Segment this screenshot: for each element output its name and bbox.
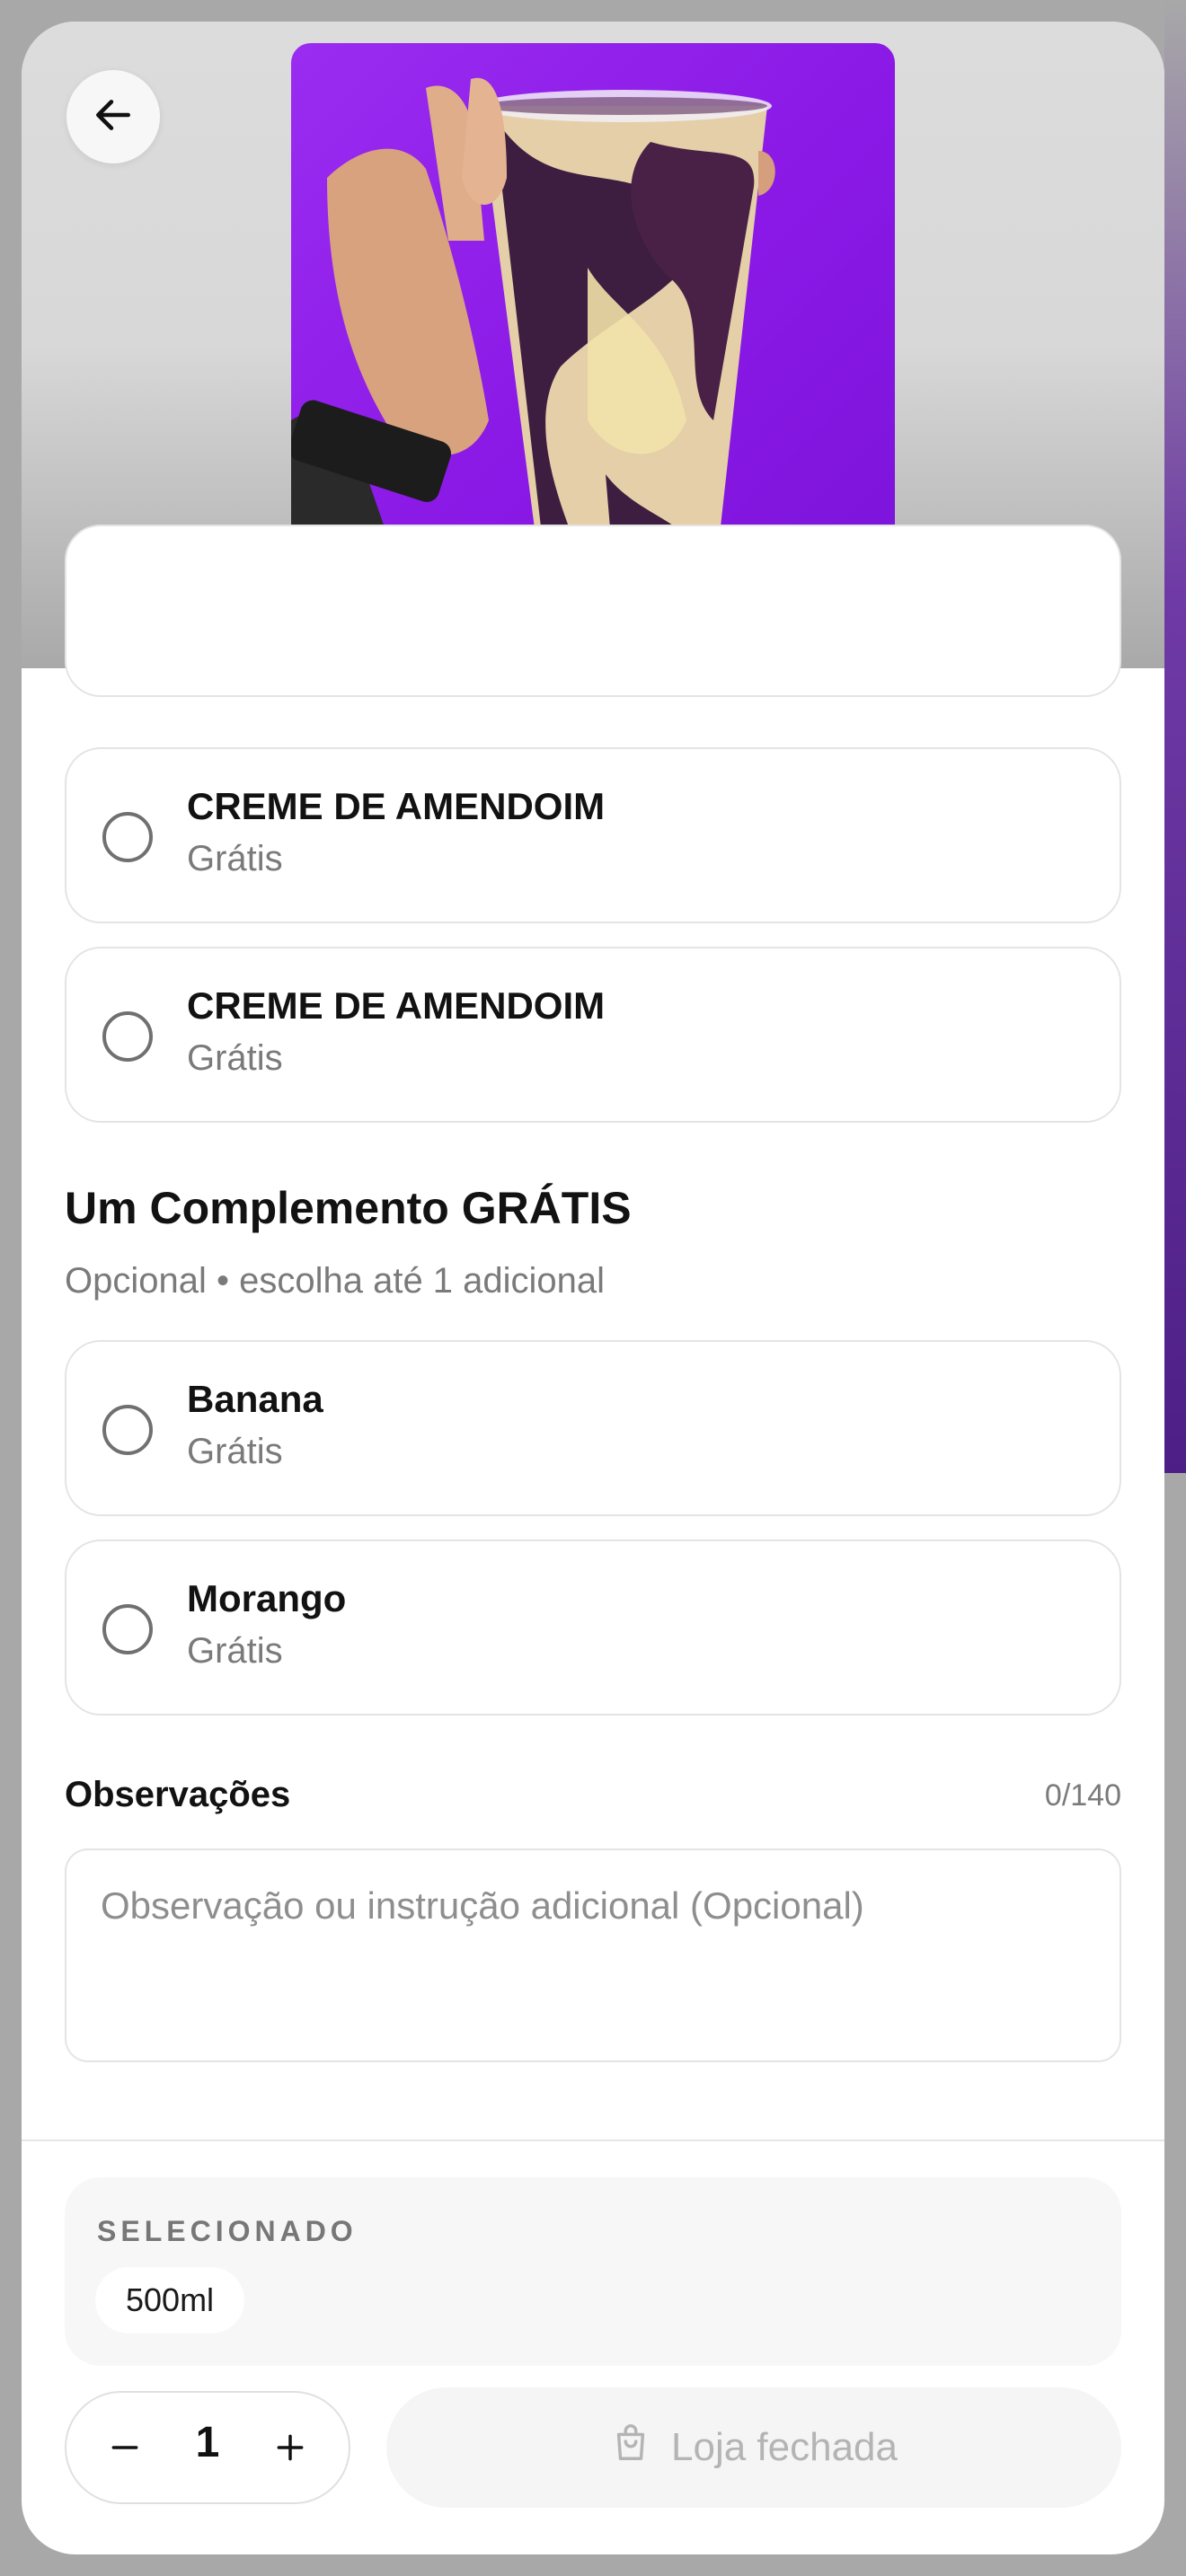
option-name: CREME DE AMENDOIM (187, 984, 606, 1027)
option-card-partial (65, 525, 1121, 697)
plus-icon (273, 2430, 307, 2468)
option-card[interactable]: CREME DE AMENDOIM Grátis (65, 947, 1121, 1123)
radio-button[interactable] (102, 1405, 153, 1455)
option-price: Grátis (187, 1038, 283, 1078)
shopping-bag-icon (610, 2422, 651, 2474)
cta-label: Loja fechada (671, 2425, 898, 2469)
quantity-stepper: 1 (65, 2391, 350, 2504)
option-card-banana[interactable]: Banana Grátis (65, 1340, 1121, 1516)
arrow-left-icon (91, 93, 136, 141)
add-to-cart-button[interactable]: Loja fechada (386, 2387, 1121, 2508)
back-button[interactable] (66, 70, 160, 163)
radio-button[interactable] (102, 1604, 153, 1654)
background-strip (1164, 0, 1186, 1473)
option-price: Grátis (187, 839, 283, 878)
observations-label: Observações (65, 1775, 291, 1814)
selected-chip: 500ml (95, 2267, 245, 2333)
observations-input[interactable] (65, 1848, 1121, 2062)
section-subtitle: Opcional • escolha até 1 adicional (65, 1261, 606, 1301)
option-name: Morango (187, 1577, 347, 1619)
selected-summary: SELECIONADO 500ml (65, 2177, 1121, 2366)
radio-button[interactable] (102, 812, 153, 862)
footer-divider (22, 2139, 1164, 2141)
option-name: Banana (187, 1378, 323, 1420)
increase-button[interactable] (259, 2418, 322, 2481)
selected-label: SELECIONADO (97, 2215, 358, 2247)
product-sheet: CREME DE AMENDOIM Grátis CREME DE AMENDO… (22, 22, 1164, 2554)
option-price: Grátis (187, 1432, 283, 1471)
section-title: Um Complemento GRÁTIS (65, 1183, 632, 1233)
option-name: CREME DE AMENDOIM (187, 785, 606, 827)
observations-counter: 0/140 (1044, 1778, 1121, 1813)
radio-button[interactable] (102, 1011, 153, 1062)
option-card-morango[interactable]: Morango Grátis (65, 1539, 1121, 1716)
option-card[interactable]: CREME DE AMENDOIM Grátis (65, 747, 1121, 923)
option-price: Grátis (187, 1631, 283, 1671)
